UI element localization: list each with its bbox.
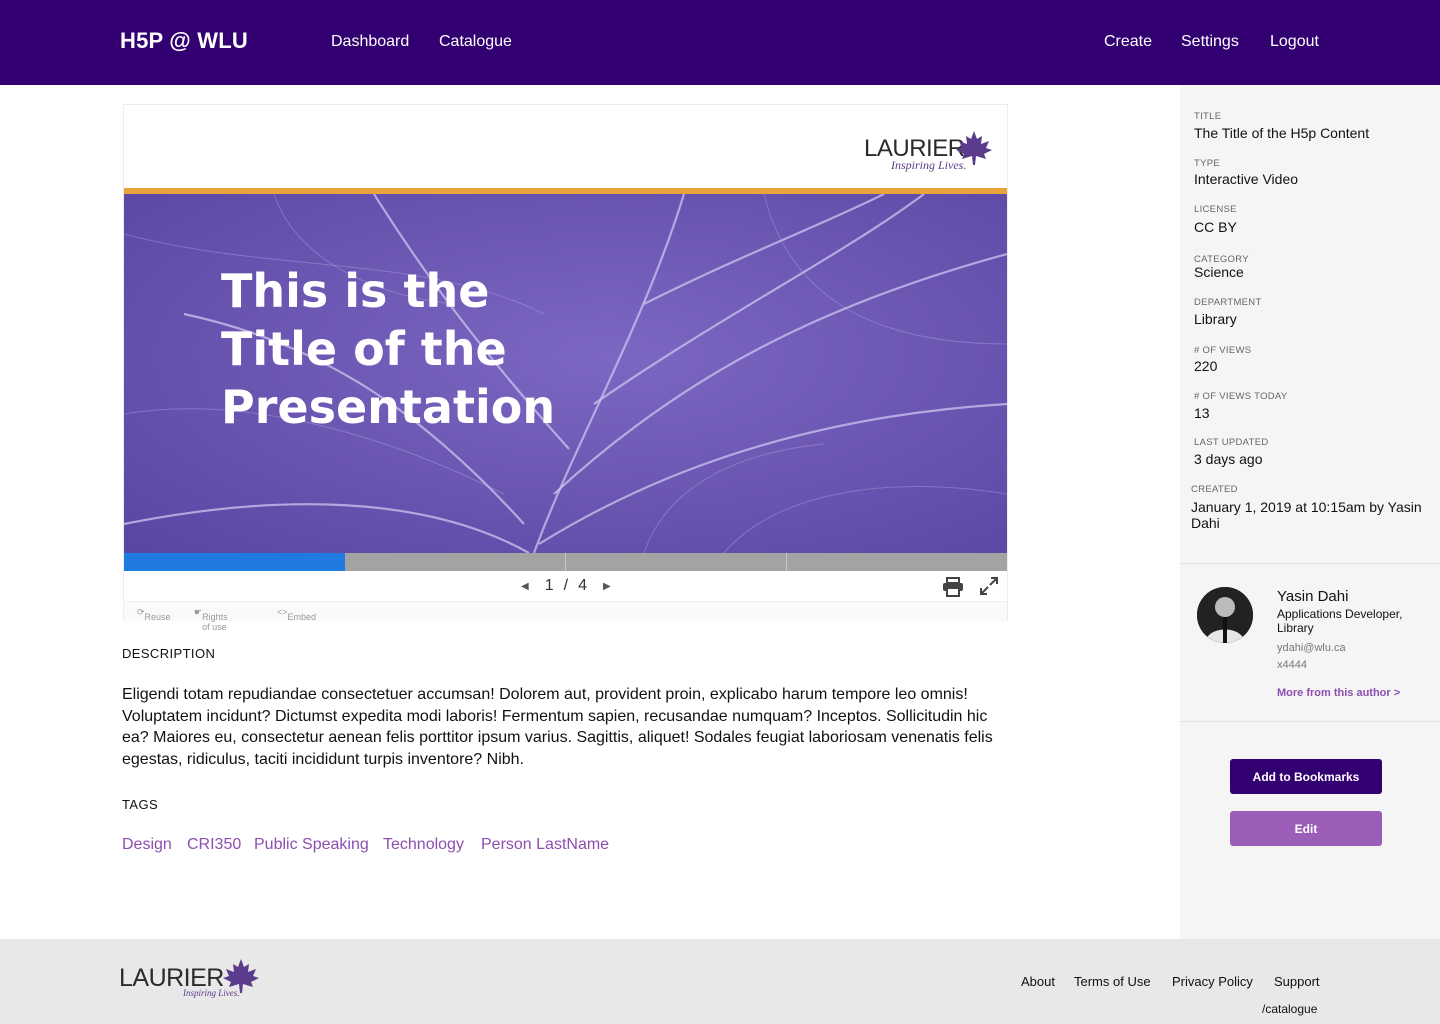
meta-value-type: Interactive Video bbox=[1194, 171, 1299, 187]
meta-value-views-today: 13 bbox=[1194, 405, 1210, 421]
progress-fill bbox=[124, 553, 345, 571]
footer-about-link[interactable]: About bbox=[1021, 974, 1055, 989]
author-email[interactable]: ydahi@wlu.ca bbox=[1277, 642, 1346, 654]
author-name: Yasin Dahi bbox=[1277, 588, 1349, 605]
meta-label-department: DEPARTMENT bbox=[1194, 297, 1262, 308]
site-brand[interactable]: H5P @ WLU bbox=[120, 28, 248, 54]
tag-link[interactable]: CRI350 bbox=[187, 836, 241, 854]
footer-route-path: /catalogue bbox=[1262, 1002, 1318, 1016]
author-photo bbox=[1197, 587, 1253, 643]
nav-settings[interactable]: Settings bbox=[1181, 33, 1239, 51]
footer-laurier-logo[interactable]: LAURIER Inspiring Lives. bbox=[119, 959, 264, 1003]
top-navbar: H5P @ WLU Dashboard Catalogue Create Set… bbox=[0, 0, 1440, 85]
footer-support-link[interactable]: Support bbox=[1274, 974, 1320, 989]
prev-slide-icon[interactable]: ◀ bbox=[521, 581, 529, 592]
laurier-logo: LAURIER Inspiring Lives. bbox=[864, 131, 994, 175]
footer-terms-link[interactable]: Terms of Use bbox=[1074, 974, 1151, 989]
meta-label-created: CREATED bbox=[1191, 484, 1238, 495]
slide-title-line: Presentation bbox=[221, 380, 556, 434]
slide-canvas[interactable]: This is the Title of the Presentation bbox=[124, 194, 1007, 553]
meta-label-last-updated: LAST UPDATED bbox=[1194, 437, 1269, 448]
meta-label-views: # OF VIEWS bbox=[1194, 345, 1252, 356]
slide-title: This is the Title of the Presentation bbox=[221, 262, 821, 436]
meta-label-views-today: # OF VIEWS TODAY bbox=[1194, 391, 1288, 402]
meta-value-title: The Title of the H5p Content bbox=[1194, 125, 1370, 141]
h5p-player: LAURIER Inspiring Lives. This is the Tit… bbox=[123, 104, 1008, 632]
avatar bbox=[1197, 587, 1253, 643]
author-role: Applications Developer, Library bbox=[1277, 607, 1403, 635]
slide-title-line: This is the bbox=[221, 264, 490, 318]
details-sidebar: TITLE The Title of the H5p Content TYPE … bbox=[1180, 85, 1440, 939]
author-extension: x4444 bbox=[1277, 659, 1307, 671]
maple-leaf-icon bbox=[223, 959, 259, 993]
slide-pager: ◀ 1 / 4 ▶ bbox=[521, 577, 611, 595]
rights-of-use-label: Rights of use bbox=[202, 612, 228, 632]
tags-heading: TAGS bbox=[122, 797, 159, 812]
fullscreen-icon[interactable] bbox=[980, 577, 998, 595]
footer-privacy-link[interactable]: Privacy Policy bbox=[1172, 974, 1253, 989]
meta-value-license: CC BY bbox=[1194, 219, 1237, 235]
tag-link[interactable]: Design bbox=[122, 836, 172, 854]
meta-value-category: Science bbox=[1194, 264, 1244, 280]
nav-logout[interactable]: Logout bbox=[1270, 33, 1319, 51]
progress-separator bbox=[786, 553, 787, 571]
description-heading: DESCRIPTION bbox=[122, 646, 216, 661]
meta-label-type: TYPE bbox=[1194, 158, 1221, 169]
more-from-author-link[interactable]: More from this author > bbox=[1277, 687, 1400, 699]
pager-separator: / bbox=[563, 577, 569, 594]
slide-header: LAURIER Inspiring Lives. bbox=[124, 105, 1007, 188]
embed-label: Embed bbox=[287, 612, 317, 622]
meta-value-department: Library bbox=[1194, 311, 1237, 327]
site-footer: LAURIER Inspiring Lives. About Terms of … bbox=[0, 939, 1440, 1024]
current-slide: 1 bbox=[544, 577, 554, 594]
h5p-actions-bar: ⟳ Reuse ☛ Rights of use <> Embed bbox=[124, 601, 1007, 632]
next-slide-icon[interactable]: ▶ bbox=[603, 581, 611, 592]
nav-dashboard[interactable]: Dashboard bbox=[331, 33, 409, 51]
tag-link[interactable]: Public Speaking bbox=[254, 836, 369, 854]
rights-of-use-action[interactable]: ☛ Rights of use bbox=[194, 607, 228, 632]
meta-label-title: TITLE bbox=[1194, 111, 1222, 122]
tag-link[interactable]: Person LastName bbox=[481, 836, 609, 854]
add-to-bookmarks-button[interactable]: Add to Bookmarks bbox=[1230, 759, 1382, 794]
nav-create[interactable]: Create bbox=[1104, 33, 1152, 51]
reuse-label: Reuse bbox=[144, 612, 171, 622]
meta-value-last-updated: 3 days ago bbox=[1194, 451, 1263, 467]
tag-link[interactable]: Technology bbox=[383, 836, 464, 854]
slide-title-line: Title of the bbox=[221, 322, 507, 376]
meta-label-license: LICENSE bbox=[1194, 204, 1237, 215]
meta-value-created: January 1, 2019 at 10:15am by Yasin Dahi bbox=[1191, 499, 1422, 531]
embed-action[interactable]: <> Embed bbox=[277, 607, 316, 622]
slide-progress-bar[interactable] bbox=[124, 553, 1007, 571]
nav-catalogue[interactable]: Catalogue bbox=[439, 33, 512, 51]
sidebar-divider bbox=[1180, 563, 1440, 564]
progress-separator bbox=[565, 553, 566, 571]
maple-leaf-icon bbox=[956, 131, 992, 165]
player-controls: ◀ 1 / 4 ▶ bbox=[124, 571, 1007, 601]
edit-button[interactable]: Edit bbox=[1230, 811, 1382, 846]
total-slides: 4 bbox=[578, 577, 587, 594]
reuse-action[interactable]: ⟳ Reuse bbox=[137, 607, 171, 622]
sidebar-divider bbox=[1180, 721, 1440, 722]
print-icon[interactable] bbox=[942, 577, 964, 597]
description-text: Eligendi totam repudiandae consectetuer … bbox=[122, 686, 993, 768]
meta-value-views: 220 bbox=[1194, 358, 1218, 374]
